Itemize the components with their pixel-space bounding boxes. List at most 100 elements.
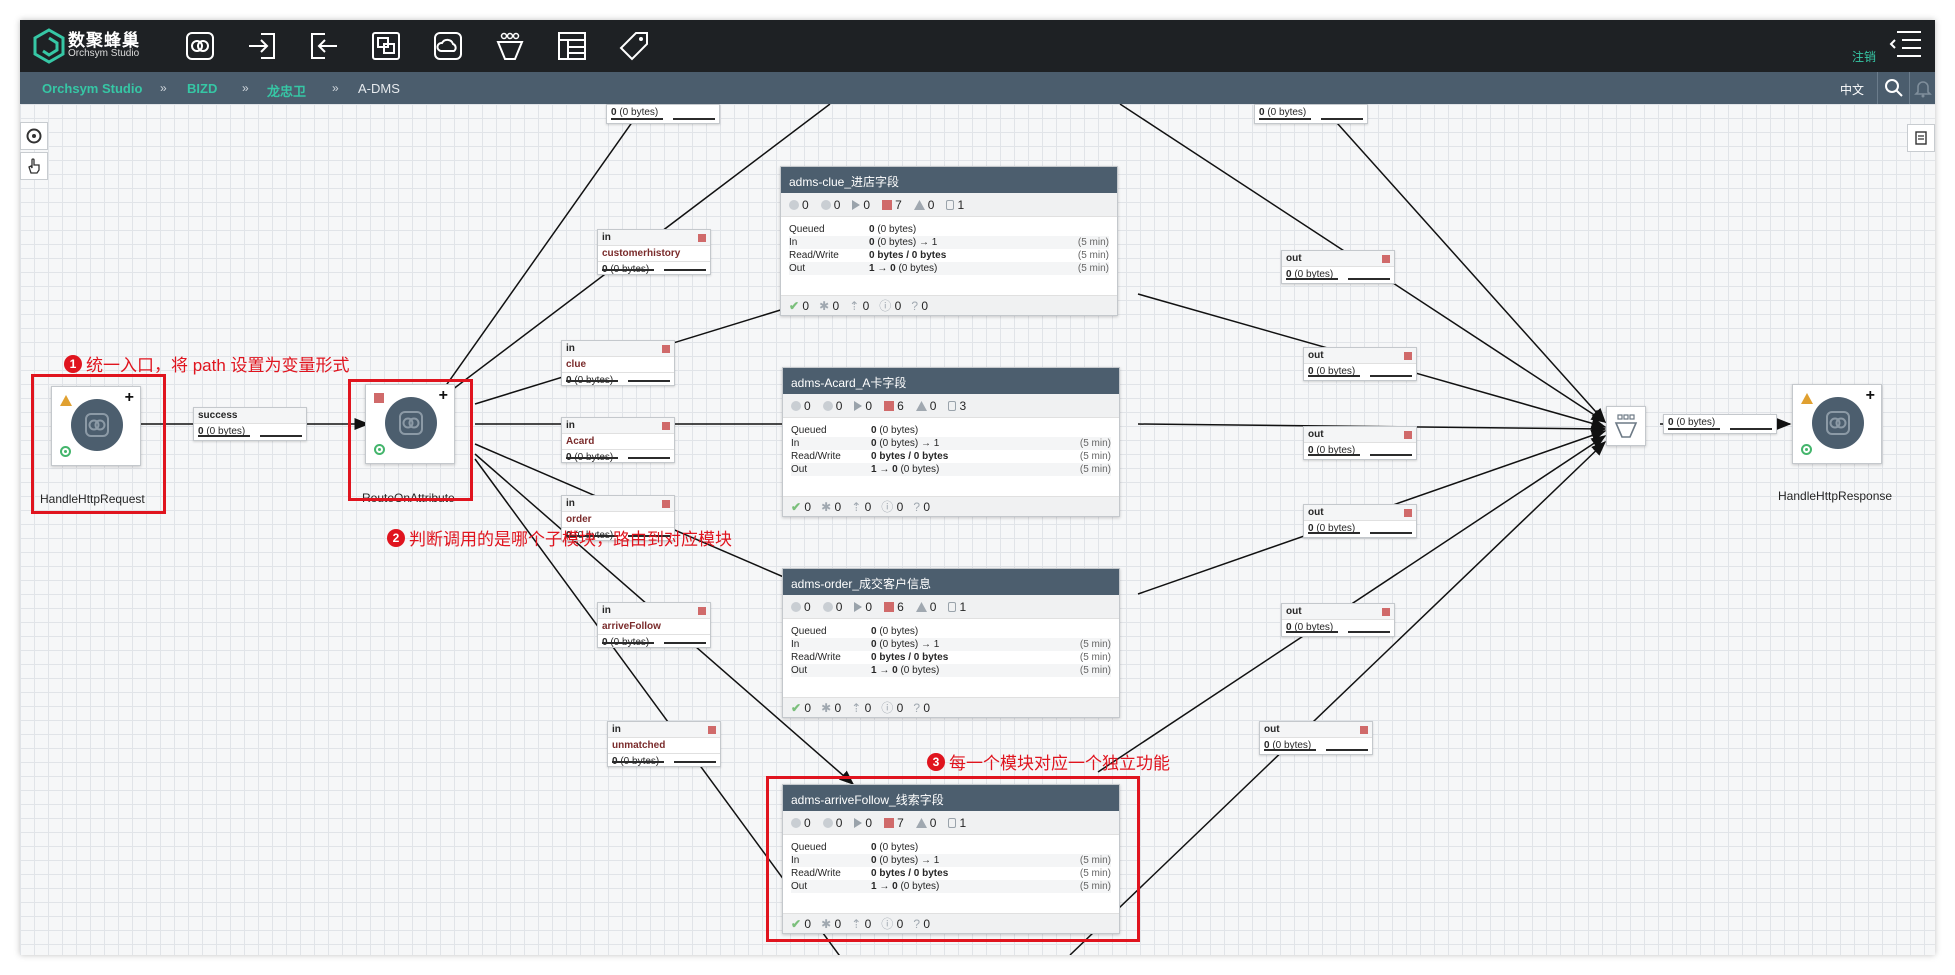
queued-label: Queued xyxy=(791,425,827,436)
breadcrumb-user-group[interactable]: 龙忠卫 xyxy=(267,81,306,100)
connection-label-out[interactable]: out 0 (0 bytes) xyxy=(1303,504,1417,538)
disabled-icon xyxy=(948,601,957,612)
processor-icon xyxy=(186,32,214,60)
not-transmitting-icon xyxy=(820,199,831,210)
language-switch[interactable]: 中文 xyxy=(1840,81,1864,98)
out-time-window: (5 min) xyxy=(1079,464,1111,475)
process-group[interactable]: adms-clue_进店字段 0 0 0 7 0 1 Queued 0 (0 by… xyxy=(780,166,1118,316)
connection-label-acard[interactable]: in Acard 0 (0 bytes) xyxy=(561,417,675,463)
out-label: Out xyxy=(791,464,808,475)
connection-label-unmatched[interactable]: in unmatched 0 (0 bytes) xyxy=(607,721,721,767)
stopped-indicator xyxy=(662,500,670,508)
transmitting-icon xyxy=(789,199,799,210)
connection-label-out[interactable]: out 0 (0 bytes) xyxy=(1303,426,1417,460)
add-remote-group-button[interactable] xyxy=(428,26,468,66)
processor-icon xyxy=(1812,397,1864,449)
sync-failure-icon: ? xyxy=(913,499,921,514)
stopped-indicator xyxy=(698,607,706,615)
breadcrumb-bizd[interactable]: BIZD xyxy=(187,81,217,96)
connection-label-top-left[interactable]: 0 (0 bytes) xyxy=(606,104,720,124)
annotation-number: 1 xyxy=(64,354,82,373)
transmitting-count: 0 xyxy=(804,599,811,614)
funnel[interactable] xyxy=(1606,406,1646,446)
add-input-port-button[interactable] xyxy=(242,26,282,66)
flow-canvas[interactable]: 0 (0 bytes) 0 (0 bytes) success 0 (0 byt… xyxy=(20,104,1935,955)
locally-modified-stale-icon: ⓘ xyxy=(881,701,894,715)
add-processor-button[interactable] xyxy=(180,26,220,66)
add-process-group-button[interactable] xyxy=(366,26,406,66)
add-funnel-button[interactable] xyxy=(490,26,530,66)
process-group-stats: 0 0 0 6 0 1 xyxy=(783,595,1119,619)
read-write-value: 0 bytes / 0 bytes xyxy=(871,451,949,462)
connection-label-clue[interactable]: in clue 0 (0 bytes) xyxy=(561,340,675,386)
breadcrumb-separator: » xyxy=(332,81,339,95)
invalid-count: 0 xyxy=(929,398,937,413)
up-to-date-icon: ✔ xyxy=(789,298,800,313)
out-detail: (0 bytes) xyxy=(898,263,938,274)
port-direction: in xyxy=(602,605,611,616)
add-output-port-button[interactable] xyxy=(304,26,344,66)
connection-label-out[interactable]: out 0 (0 bytes) xyxy=(1259,721,1373,755)
running-icon xyxy=(854,601,863,612)
stopped-icon xyxy=(884,400,895,411)
in-detail: (0 bytes) → 1 xyxy=(879,438,940,449)
modified-count: 0 xyxy=(834,700,842,715)
invalid-warning-icon xyxy=(915,601,927,612)
not-transmitting-count: 0 xyxy=(835,599,843,614)
connection-label-out[interactable]: out 0 (0 bytes) xyxy=(1281,603,1395,637)
stopped-indicator xyxy=(708,726,716,734)
port-direction: out xyxy=(1308,429,1324,440)
relationship-name: clue xyxy=(562,357,674,373)
stale-count: 0 xyxy=(864,499,872,514)
locally-modified-stale-count: 0 xyxy=(894,299,902,313)
output-port-icon xyxy=(311,33,337,59)
operate-button[interactable] xyxy=(20,152,48,180)
out-detail: (0 bytes) xyxy=(900,464,940,475)
process-group-stats: 0 0 0 6 0 3 xyxy=(783,394,1119,418)
processor-name: HandleHttpResponse xyxy=(1778,489,1893,503)
modified-count: 0 xyxy=(834,499,842,514)
search-icon[interactable] xyxy=(1884,78,1904,98)
in-time-window: (5 min) xyxy=(1079,438,1111,449)
read-write-value: 0 bytes / 0 bytes xyxy=(871,652,949,663)
connection-label-arrivefollow[interactable]: in arriveFollow 0 (0 bytes) xyxy=(597,602,711,648)
stopped-count: 6 xyxy=(897,599,904,614)
sync-failure-icon: ? xyxy=(913,700,921,715)
disabled-icon xyxy=(948,400,957,411)
process-group[interactable]: adms-Acard_A卡字段 0 0 0 6 0 3 Queued 0 (0 b… xyxy=(782,367,1120,517)
breadcrumb-orchsym-studio[interactable]: Orchsym Studio xyxy=(42,81,142,96)
add-label-button[interactable] xyxy=(614,26,654,66)
add-template-button[interactable] xyxy=(552,26,592,66)
bell-icon[interactable] xyxy=(1913,78,1933,98)
processor-handle-http-response[interactable]: + xyxy=(1792,384,1882,464)
add-connection-icon[interactable]: + xyxy=(1866,387,1875,405)
queued-bytes: (0 bytes) xyxy=(1267,107,1307,118)
connection-label-out[interactable]: out 0 (0 bytes) xyxy=(1281,250,1395,284)
warning-icon xyxy=(1801,393,1813,404)
relationship-name: success xyxy=(194,408,306,424)
running-icon xyxy=(854,400,863,411)
connection-label-customerhistory[interactable]: in customerhistory 0 (0 bytes) xyxy=(597,229,711,275)
stopped-indicator xyxy=(1360,726,1368,734)
stopped-indicator xyxy=(1404,431,1412,439)
connection-label-top-right[interactable]: 0 (0 bytes) xyxy=(1254,104,1368,124)
process-group-title: adms-Acard_A卡字段 xyxy=(783,368,1119,394)
navigate-button[interactable] xyxy=(20,122,48,150)
process-group-stats: 0 0 0 7 0 1 xyxy=(781,193,1117,217)
annotation-text: 统一入口，将 path 设置为变量形式 xyxy=(86,356,350,375)
running-count: 0 xyxy=(865,398,873,413)
process-group[interactable]: adms-order_成交客户信息 0 0 0 6 0 1 Queued 0 (0… xyxy=(782,568,1120,718)
port-direction: out xyxy=(1286,253,1302,264)
connection-label-out[interactable]: out 0 (0 bytes) xyxy=(1303,347,1417,381)
global-menu-icon[interactable] xyxy=(1888,26,1924,62)
not-transmitting-icon xyxy=(822,400,833,411)
version-status-footer: ✔ 0 ✱ 0 ⇡ 0 ⓘ 0 ? 0 xyxy=(781,295,1117,315)
divider xyxy=(1877,72,1878,104)
in-label: In xyxy=(789,237,798,248)
connection-label-funnel-out[interactable]: 0 (0 bytes) xyxy=(1663,414,1777,434)
graph-panel-button[interactable] xyxy=(1907,124,1935,152)
annotation-text: 判断调用的是哪个子模块，路由到对应模块 xyxy=(409,530,732,549)
logout-link[interactable]: 注销 xyxy=(1852,48,1876,65)
connection-label-success[interactable]: success 0 (0 bytes) xyxy=(193,407,307,441)
relationship-name: unmatched xyxy=(608,738,720,754)
